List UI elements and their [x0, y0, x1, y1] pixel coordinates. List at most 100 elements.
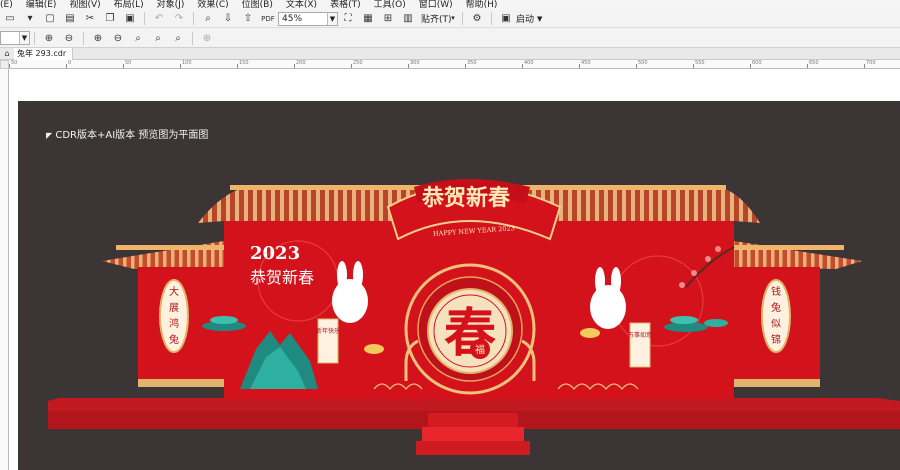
menu-item[interactable]: 表格(T)	[330, 0, 361, 10]
show-rulers-icon[interactable]: ▦	[360, 12, 376, 26]
menu-item[interactable]: 位图(B)	[242, 0, 273, 10]
options-gear-icon[interactable]: ⚙	[469, 12, 485, 26]
ruler-tick-label: 100	[182, 60, 192, 66]
ruler-tick-label: 550	[695, 60, 705, 66]
ruler-tick	[9, 64, 10, 68]
ruler-tick	[636, 64, 637, 68]
ruler-tick	[522, 64, 523, 68]
ruler-tick-label: 0	[68, 60, 72, 66]
menu-item[interactable]: 帮助(H)	[466, 0, 498, 10]
left-scroll-char-1: 大	[169, 285, 179, 298]
copy-icon[interactable]: ❐	[102, 12, 118, 26]
ruler-tick	[807, 64, 808, 68]
ruler-tick-label: 500	[638, 60, 648, 66]
ruler-corner[interactable]	[0, 60, 9, 69]
standard-toolbar: ▭ ▾ ▢ ▤ ✂ ❐ ▣ ↶ ↷ ⌕ ⇩ ⇧ PDF 45% ▼ ⛶ ▦ ⊞ …	[0, 10, 900, 28]
zoom-level-select[interactable]: 45% ▼	[278, 11, 338, 26]
chevron-down-icon: ▼	[19, 32, 29, 44]
zoom-selected-icon[interactable]: ⊕	[90, 31, 106, 45]
import-icon[interactable]: ⇩	[220, 12, 236, 26]
zoom-out-icon[interactable]: ⊖	[61, 31, 77, 45]
cut-icon[interactable]: ✂	[82, 12, 98, 26]
show-grid-icon[interactable]: ⊞	[380, 12, 396, 26]
show-guidelines-icon[interactable]: ▥	[400, 12, 416, 26]
menu-item[interactable]: 视图(V)	[69, 0, 100, 10]
pan-tool-icon[interactable]: ⊕	[199, 31, 215, 45]
ruler-tick	[693, 64, 694, 68]
document-tab[interactable]: 兔年 293.cdr	[14, 47, 74, 60]
center-character: 春	[444, 303, 496, 364]
menu-item[interactable]: 工具(O)	[374, 0, 406, 10]
launch-label[interactable]: 启动	[516, 12, 534, 25]
ruler-tick	[66, 64, 67, 68]
right-scroll-char-1: 钱	[771, 285, 781, 298]
ruler-tick	[579, 64, 580, 68]
application-launcher-icon[interactable]: ▣	[498, 12, 514, 26]
ruler-tick-label: 200	[296, 60, 306, 66]
chevron-down-icon: ▾	[451, 13, 455, 22]
print-icon[interactable]: ▤	[62, 12, 78, 26]
ruler-tick-label: 600	[752, 60, 762, 66]
zoom-height-icon[interactable]: ⌕	[170, 31, 186, 45]
right-wing	[734, 241, 862, 387]
menu-item[interactable]: 编辑(E)	[26, 0, 57, 10]
ruler-tick	[351, 64, 352, 68]
ruler-tick	[237, 64, 238, 68]
artboard-page[interactable]: ◤ CDR版本+AI版本 预览图为平面图 恭贺新春 HAPPY NEW YEAR…	[18, 101, 900, 470]
right-scroll-char-3: 似	[771, 318, 781, 330]
zoom-page-icon[interactable]: ⌕	[130, 31, 146, 45]
export-icon[interactable]: ⇧	[240, 12, 256, 26]
document-tab-label: 兔年 293.cdr	[17, 49, 67, 58]
zoom-in-icon[interactable]: ⊕	[41, 31, 57, 45]
ruler-tick	[864, 64, 865, 68]
stage-design-artwork[interactable]: 恭贺新春 HAPPY NEW YEAR 2023 2023 恭贺新春 春 福 大…	[18, 101, 900, 470]
zoom-all-icon[interactable]: ⊖	[110, 31, 126, 45]
menu-item[interactable]: 效果(C)	[197, 0, 228, 10]
ruler-tick	[408, 64, 409, 68]
zoom-level-value: 45%	[282, 13, 303, 24]
banner-title: 恭贺新春	[421, 185, 510, 211]
search-content-icon[interactable]: ⌕	[200, 12, 216, 26]
ruler-tick	[123, 64, 124, 68]
paste-icon[interactable]: ▣	[122, 12, 138, 26]
zoom-width-icon[interactable]: ⌕	[150, 31, 166, 45]
snap-to-label: 贴齐(T)	[421, 15, 452, 25]
open-button[interactable]: ▾	[22, 12, 38, 26]
ruler-tick-label: 150	[239, 60, 249, 66]
snap-to-dropdown[interactable]: 贴齐(T) ▾	[418, 12, 458, 26]
left-couplet: 新年快乐	[316, 327, 340, 335]
page-size-select[interactable]: ▼	[0, 31, 30, 45]
menu-item[interactable]: 文本(X)	[286, 0, 317, 10]
full-screen-icon[interactable]: ⛶	[340, 12, 356, 26]
ruler-tick	[294, 64, 295, 68]
redo-icon[interactable]: ↷	[171, 12, 187, 26]
menu-item[interactable]: 窗口(W)	[419, 0, 453, 10]
menu-item[interactable]: 对象(J)	[157, 0, 185, 10]
ruler-tick-label: 650	[809, 60, 819, 66]
ruler-tick-label: 700	[866, 60, 876, 66]
drawing-workspace[interactable]: ◤ CDR版本+AI版本 预览图为平面图 恭贺新春 HAPPY NEW YEAR…	[9, 69, 900, 470]
left-scroll-char-2: 展	[169, 302, 179, 314]
menu-item[interactable]: (E)	[0, 0, 13, 10]
center-small-character: 福	[475, 343, 485, 356]
chevron-down-icon[interactable]: ▼	[537, 15, 542, 23]
ruler-tick-label: 450	[581, 60, 591, 66]
ruler-tick-label: 50	[11, 60, 18, 66]
logo-text: 恭贺新春	[250, 268, 314, 287]
logo-year: 2023	[250, 243, 300, 264]
right-scroll-char-2: 兔	[771, 301, 781, 314]
save-icon[interactable]: ▢	[42, 12, 58, 26]
horizontal-ruler[interactable]: 50 0 50 100 150 200 250 300 350 400 450 500 550 600 65…	[9, 60, 900, 69]
document-tab-bar: ⌂ 兔年 293.cdr	[0, 47, 900, 61]
vertical-ruler[interactable]	[0, 69, 9, 470]
chevron-down-icon: ▼	[327, 12, 337, 25]
center-medallion: 春 福	[404, 263, 536, 395]
stage-platform	[48, 398, 900, 455]
ruler-tick-label: 400	[524, 60, 534, 66]
menu-item[interactable]: 布局(L)	[114, 0, 144, 10]
publish-pdf-icon[interactable]: PDF	[260, 12, 276, 26]
home-icon[interactable]: ⌂	[2, 47, 12, 61]
property-bar: ▼ ⊕ ⊖ ⊕ ⊖ ⌕ ⌕ ⌕ ⊕	[0, 29, 900, 48]
undo-icon[interactable]: ↶	[151, 12, 167, 26]
new-document-button[interactable]: ▭	[2, 12, 18, 26]
